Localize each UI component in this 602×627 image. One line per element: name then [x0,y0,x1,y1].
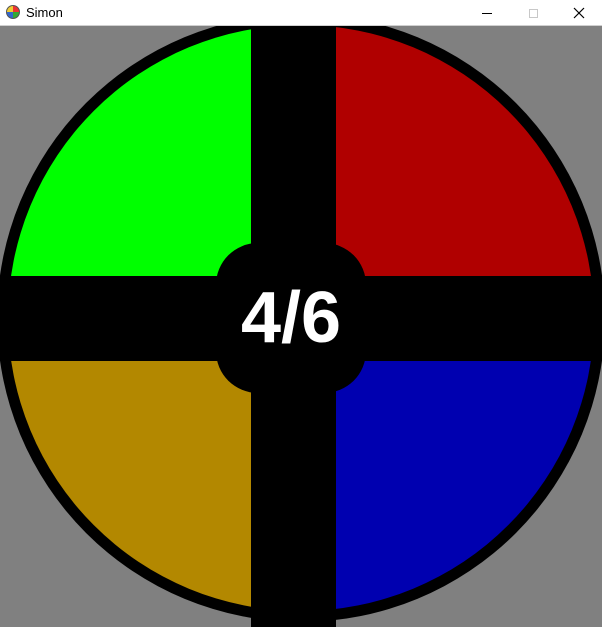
blue-pad[interactable] [336,361,602,627]
yellow-pad[interactable] [0,361,251,627]
title-bar[interactable]: Simon [0,0,602,26]
red-pad[interactable] [336,26,602,276]
close-button[interactable] [556,0,602,26]
round-counter: 4/6 [240,278,342,358]
green-pad[interactable] [0,26,251,276]
app-icon [6,5,20,19]
close-icon [573,7,585,19]
maximize-icon [528,8,538,18]
minimize-icon [482,12,492,14]
maximize-button[interactable] [510,0,556,26]
minimize-button[interactable] [464,0,510,26]
simon-window: Simon 4/6 [0,0,602,627]
window-title: Simon [26,5,63,20]
